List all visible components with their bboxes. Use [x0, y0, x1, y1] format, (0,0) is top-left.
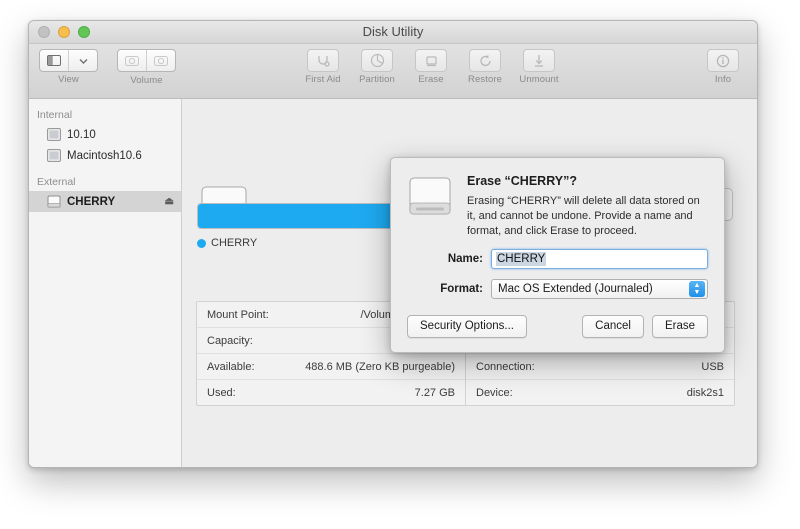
info-key: Mount Point:	[207, 308, 269, 321]
erase-button[interactable]: Erase	[407, 49, 455, 85]
unmount-button[interactable]: Unmount	[515, 49, 563, 85]
external-drive-icon	[47, 195, 61, 208]
stepper-icon[interactable]: ▲ ▼	[689, 280, 705, 297]
stepper-up-arrow: ▲	[693, 281, 701, 289]
info-key: Available:	[207, 360, 255, 373]
stethoscope-icon	[307, 49, 339, 72]
sidebar-group-external-header: External	[37, 176, 76, 188]
dialog-title: Erase “CHERRY”?	[467, 174, 577, 188]
security-options-button[interactable]: Security Options...	[407, 314, 527, 338]
title-bar: Disk Utility	[29, 21, 757, 44]
dialog-text: Erase “CHERRY”? Erasing “CHERRY” will de…	[467, 172, 708, 239]
format-field-row: Format: Mac OS Extended (Journaled) ▲ ▼	[407, 278, 708, 299]
sidebar-icon[interactable]	[40, 50, 69, 71]
erase-label: Erase	[418, 74, 444, 85]
format-select[interactable]: Mac OS Extended (Journaled) ▲ ▼	[491, 278, 708, 299]
capacity-legend: CHERRY	[197, 237, 257, 249]
disk-utility-window: Disk Utility View Volume First Aid Parti…	[28, 20, 758, 468]
sidebar: Internal 10.10 Macintosh10.6 External CH…	[29, 99, 182, 467]
dialog-header: Erase “CHERRY”? Erasing “CHERRY” will de…	[407, 172, 708, 239]
view-label: View	[58, 74, 79, 85]
info-label: Info	[714, 74, 732, 85]
volume-segmented-control[interactable]	[117, 49, 176, 72]
info-icon	[707, 49, 739, 72]
name-field-row: Name: CHERRY	[407, 248, 708, 269]
sidebar-item-label: CHERRY	[67, 195, 116, 208]
internal-disk-icon	[47, 149, 61, 162]
volume-add-icon[interactable]	[118, 50, 147, 71]
stepper-down-arrow: ▼	[693, 288, 701, 296]
name-input-value: CHERRY	[496, 251, 547, 266]
unmount-icon	[523, 49, 555, 72]
window-title: Disk Utility	[362, 24, 424, 39]
toolbar-group-view: View	[39, 49, 98, 85]
unmount-label: Unmount	[519, 74, 559, 85]
toolbar-group-info: Info	[699, 49, 747, 85]
eject-icon[interactable]: ⏏	[165, 196, 174, 207]
pie-chart-icon	[361, 49, 393, 72]
legend-label: CHERRY	[211, 237, 258, 249]
sidebar-item-cherry[interactable]: CHERRY ⏏	[29, 191, 181, 212]
sidebar-item-label: Macintosh10.6	[67, 149, 142, 162]
partition-label: Partition	[359, 74, 395, 85]
volume-label: Volume	[130, 74, 163, 86]
sidebar-item-label: 10.10	[67, 128, 96, 141]
format-label: Format:	[440, 282, 483, 295]
first-aid-label: First Aid	[305, 74, 341, 85]
toolbar: View Volume First Aid Partition Erase Re…	[29, 44, 757, 99]
info-row: Device: disk2s1	[466, 380, 734, 405]
erase-dialog: Erase “CHERRY”? Erasing “CHERRY” will de…	[390, 157, 725, 353]
sidebar-item-10-10[interactable]: 10.10	[29, 124, 181, 145]
view-button[interactable]	[39, 49, 98, 72]
info-row: Connection: USB	[466, 354, 734, 380]
external-drive-icon	[407, 174, 453, 226]
erase-confirm-button[interactable]: Erase	[651, 314, 708, 338]
dialog-buttons: Security Options... Cancel Erase	[407, 314, 708, 338]
info-value: 7.27 GB	[414, 386, 455, 399]
info-key: Connection:	[476, 360, 535, 373]
info-value: USB	[701, 360, 724, 373]
name-input[interactable]: CHERRY	[491, 248, 708, 269]
sidebar-item-macintosh10-6[interactable]: Macintosh10.6	[29, 145, 181, 166]
sidebar-group-internal-header: Internal	[37, 109, 73, 121]
partition-button[interactable]: Partition	[353, 49, 401, 85]
toolbar-group-operations: First Aid Partition Erase Restore Unmoun…	[299, 49, 563, 85]
format-select-value: Mac OS Extended (Journaled)	[498, 282, 653, 295]
info-key: Capacity:	[207, 334, 253, 347]
info-key: Device:	[476, 386, 513, 399]
restore-icon	[469, 49, 501, 72]
name-label: Name:	[447, 252, 483, 265]
chevron-down-icon[interactable]	[69, 50, 97, 71]
toolbar-group-volume: Volume	[117, 49, 176, 86]
cancel-button[interactable]: Cancel	[582, 314, 644, 338]
legend-color-dot	[197, 238, 206, 248]
first-aid-button[interactable]: First Aid	[299, 49, 347, 85]
info-value: disk2s1	[686, 386, 724, 399]
info-value: 488.6 MB (Zero KB purgeable)	[305, 360, 455, 373]
info-row: Available: 488.6 MB (Zero KB purgeable)	[197, 354, 465, 380]
restore-button[interactable]: Restore	[461, 49, 509, 85]
info-button[interactable]: Info	[699, 49, 747, 85]
internal-disk-icon	[47, 128, 61, 141]
restore-label: Restore	[468, 74, 502, 85]
info-row: Used: 7.27 GB	[197, 380, 465, 405]
volume-remove-icon[interactable]	[147, 50, 175, 71]
main-pane: 7.76 GB CHERRY Mount Point: /Volumes/CHE…	[182, 99, 757, 467]
window-body: Internal 10.10 Macintosh10.6 External CH…	[29, 99, 757, 467]
erase-icon	[415, 49, 447, 72]
info-key: Used:	[207, 386, 236, 399]
dialog-body: Erasing “CHERRY” will delete all data st…	[467, 195, 700, 237]
